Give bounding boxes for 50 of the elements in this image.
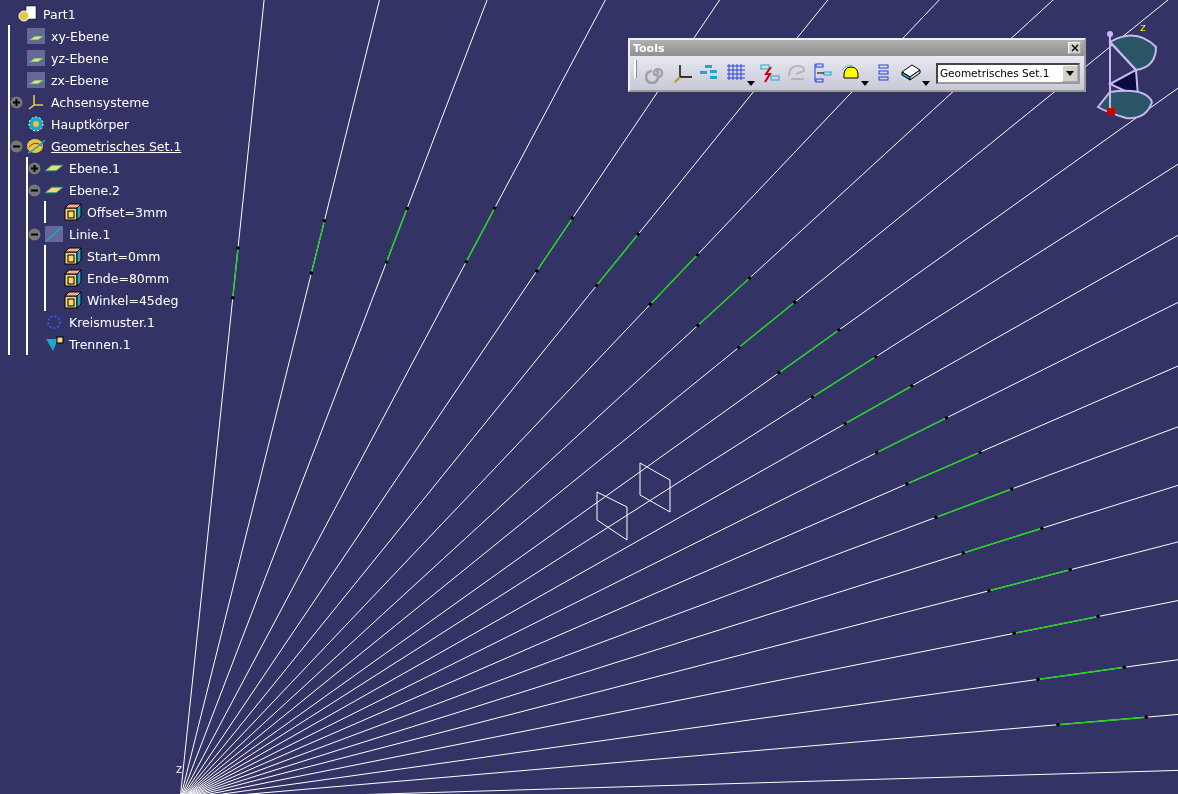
plane-icon [26, 27, 46, 45]
collapse-icon[interactable] [28, 183, 41, 197]
toolbar-title: Tools [633, 41, 665, 55]
link-icon [758, 62, 781, 84]
parameter-icon [62, 247, 82, 265]
collapse-icon[interactable] [28, 227, 41, 241]
caret-icon [746, 81, 755, 86]
close-icon [1070, 44, 1079, 52]
plane-icon [26, 71, 46, 89]
tree-item[interactable]: zx-Ebene [49, 72, 111, 88]
caret-icon [921, 81, 930, 86]
geometric-set-icon [26, 137, 46, 155]
tree-item[interactable]: Winkel=45deg [85, 292, 181, 308]
tree-item[interactable]: Ende=80mm [85, 270, 172, 286]
tree-item[interactable]: Ebene.2 [67, 182, 123, 198]
expand-icon[interactable] [10, 95, 23, 109]
reorder-icon [812, 62, 835, 84]
tree-item[interactable]: xy-Ebene [49, 28, 112, 44]
part-icon [18, 5, 38, 23]
plane-icon [44, 164, 64, 172]
tree-item[interactable]: Achsensysteme [49, 94, 152, 110]
parameter-icon [62, 203, 82, 221]
split-icon [44, 335, 64, 353]
compass-axis-label: z [1140, 22, 1146, 33]
parameter-icon [62, 291, 82, 309]
tree-item[interactable]: Start=0mm [85, 248, 163, 264]
origin-axis-label: Z [176, 766, 183, 775]
collapse-icon[interactable] [10, 139, 23, 153]
parameter-icon [62, 269, 82, 287]
set-dropdown[interactable]: Geometrisches Set.1 [935, 62, 1081, 84]
plane-icon [44, 186, 64, 194]
tree-item[interactable]: Offset=3mm [85, 204, 170, 220]
book-icon [899, 62, 922, 84]
plane-icon [26, 49, 46, 67]
dropdown-arrow-icon [1066, 70, 1075, 76]
line-icon [44, 225, 64, 243]
tree-item[interactable]: Part1 [41, 6, 78, 22]
tree-item[interactable]: Ebene.1 [67, 160, 123, 176]
tree-item[interactable]: Trennen.1 [67, 336, 133, 352]
gear-icon [26, 115, 46, 133]
tree-item[interactable]: yz-Ebene [49, 50, 111, 66]
axis-system-icon [26, 93, 46, 111]
caret-icon [860, 81, 869, 86]
close-button[interactable] [1068, 42, 1081, 54]
tree-item[interactable]: Hauptkörper [49, 116, 132, 132]
circular-pattern-icon [44, 313, 64, 331]
tree-item[interactable]: Kreismuster.1 [67, 314, 157, 330]
expand-icon[interactable] [28, 161, 41, 175]
tree-item[interactable]: Linie.1 [67, 226, 113, 242]
tree-item[interactable]: Geometrisches Set.1 [49, 138, 184, 154]
